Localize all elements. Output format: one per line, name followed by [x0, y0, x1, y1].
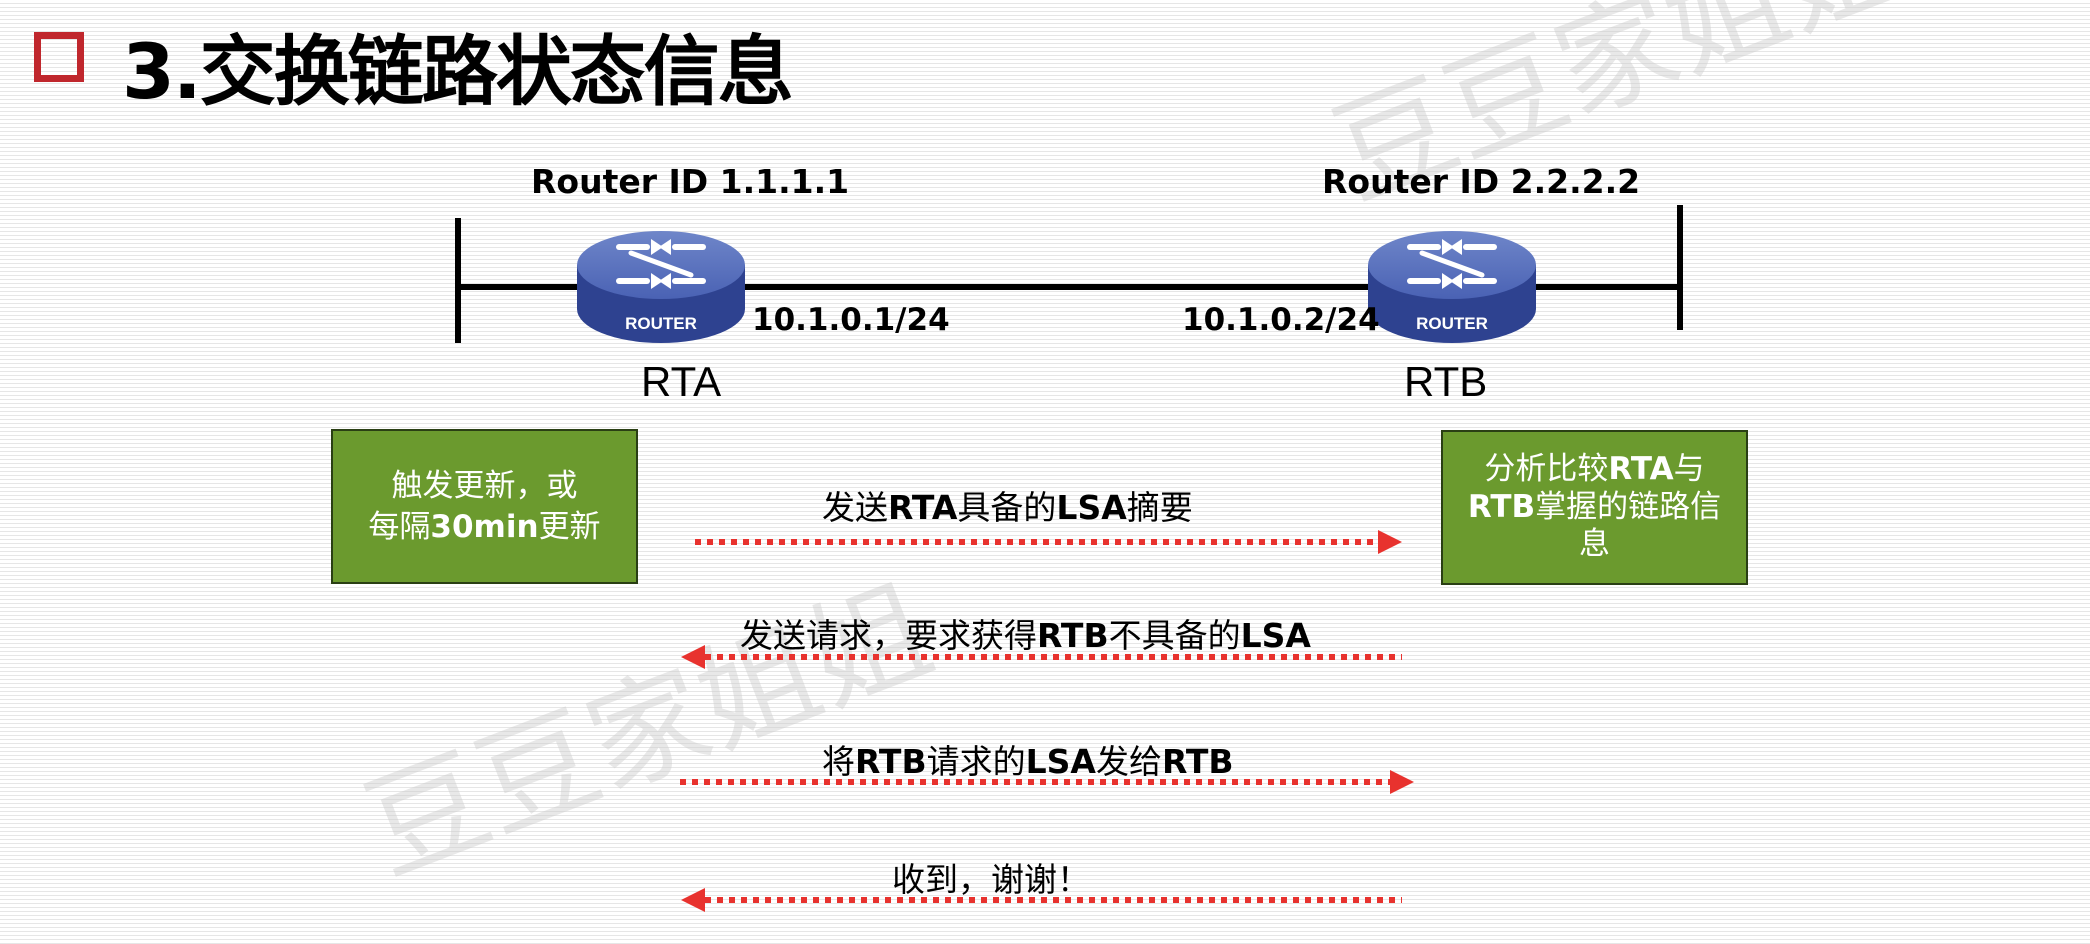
message-lsa-request: 发送请求，要求获得RTB不具备的LSA	[740, 616, 1311, 655]
message-lsa-summary: 发送RTA具备的LSA摘要	[822, 488, 1193, 527]
message-ack: 收到，谢谢！	[892, 860, 1090, 899]
router-name-rtb: RTB	[1404, 358, 1488, 405]
router-name-rta: RTA	[641, 358, 722, 405]
router-id-rta: Router ID 1.1.1.1	[531, 162, 850, 201]
message-lsa-send: 将RTB请求的LSA发给RTB	[822, 742, 1234, 781]
arrow-m3-head	[1390, 770, 1414, 794]
rta-action-box: 触发更新，或 每隔30min更新	[331, 429, 638, 584]
rtb-action-box: 分析比较RTA与 RTB掌握的链路信 息	[1441, 430, 1748, 585]
ip-rta: 10.1.0.1/24	[752, 302, 950, 338]
router-icon-rta: ROUTER	[577, 231, 745, 343]
router-icon-rtb: ROUTER	[1368, 231, 1536, 343]
ip-rtb: 10.1.0.2/24	[1182, 302, 1380, 338]
svg-text:ROUTER: ROUTER	[1416, 314, 1488, 333]
arrow-m4-head	[681, 888, 705, 912]
router-id-rtb: Router ID 2.2.2.2	[1322, 162, 1641, 201]
arrow-m1-head	[1378, 530, 1402, 554]
network-diagram: ROUTER ROUTER	[455, 205, 1683, 912]
svg-text:ROUTER: ROUTER	[625, 314, 697, 333]
arrow-m2-head	[681, 645, 705, 669]
